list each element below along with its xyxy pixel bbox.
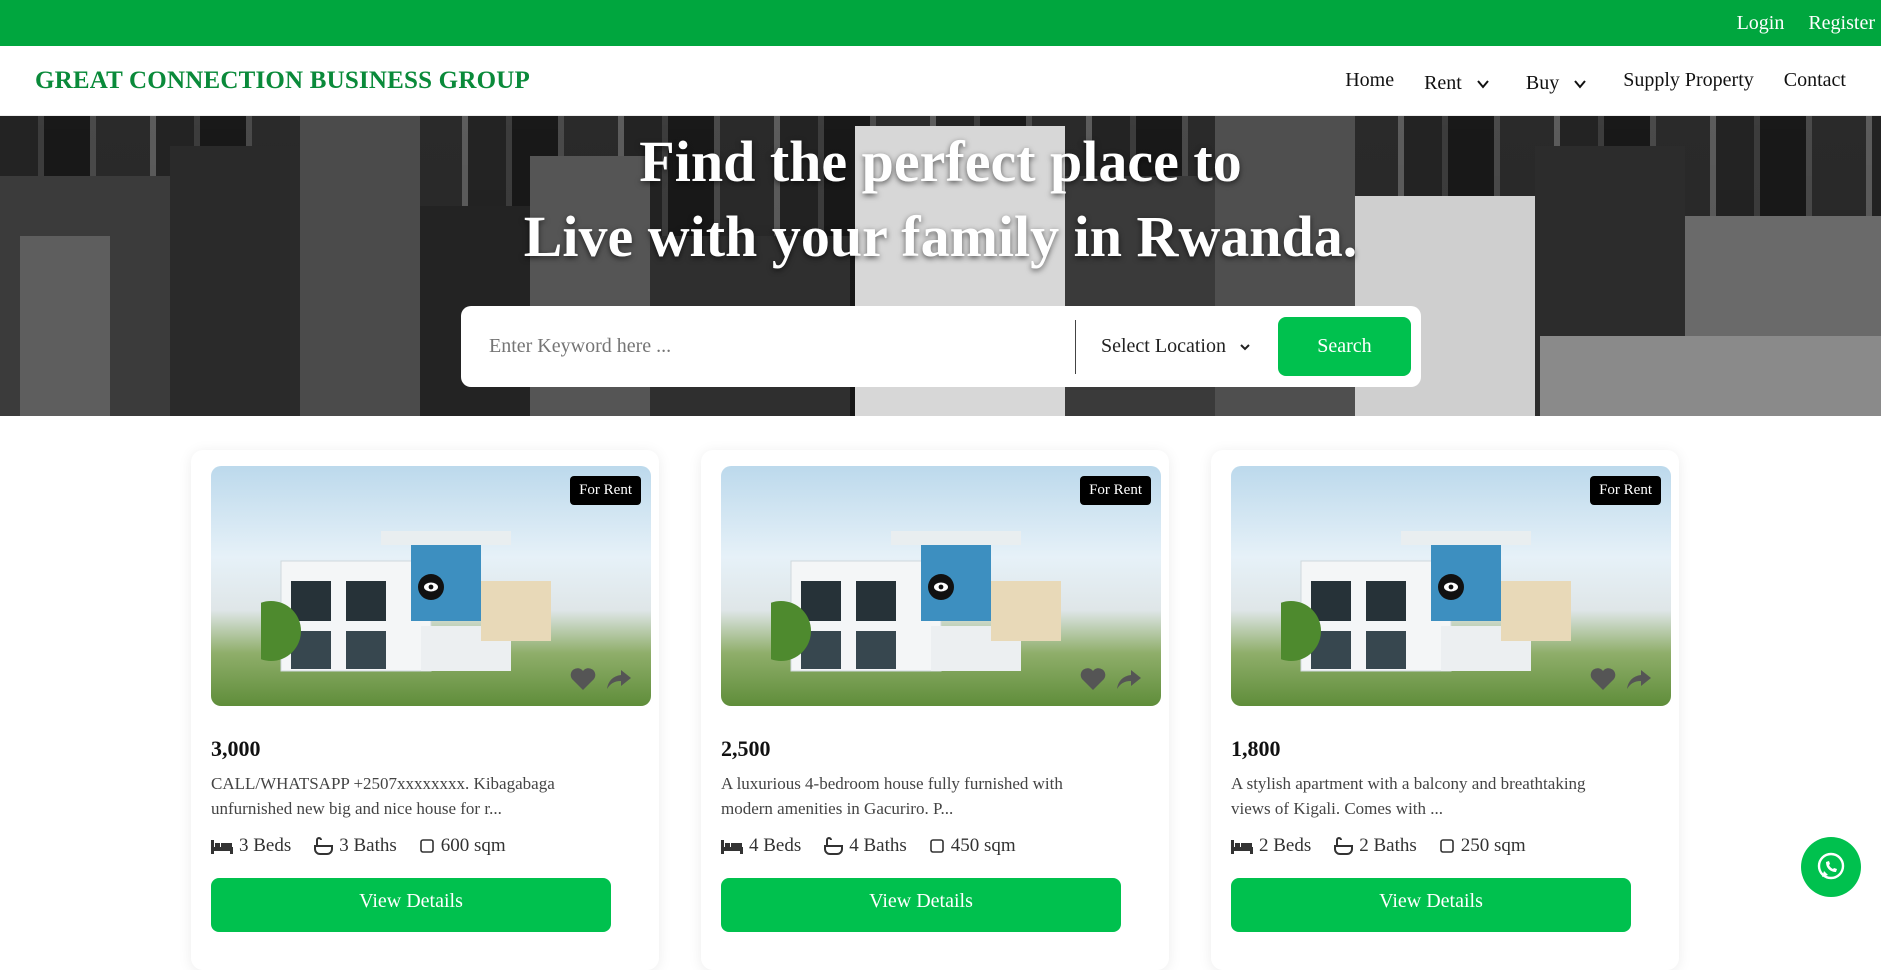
property-features: 2 Beds 2 Baths 250 sqm <box>1231 835 1659 857</box>
area-size: 450 sqm <box>950 835 1016 856</box>
description-line: A luxurious 4-bedroom house fully furnis… <box>721 774 1063 793</box>
top-bar: Login Register <box>0 0 1881 46</box>
share-icon[interactable] <box>605 666 633 692</box>
description-line: views of Kigali. Comes with ... <box>1231 799 1444 818</box>
bath-icon <box>824 837 844 855</box>
house-image <box>1281 531 1571 672</box>
login-link[interactable]: Login <box>1737 12 1785 35</box>
hero-title-line2: Live with your family in Rwanda. <box>523 204 1358 269</box>
property-photo[interactable]: For Rent <box>1231 466 1671 706</box>
nav-rent-dropdown[interactable]: Rent <box>1424 72 1496 95</box>
bath-icon <box>1334 837 1354 855</box>
baths-feature: 3 Baths <box>313 835 397 857</box>
view-details-button[interactable]: View Details <box>1231 878 1631 932</box>
property-photo[interactable]: For Rent <box>721 466 1161 706</box>
square-icon <box>1439 839 1454 853</box>
bed-icon <box>1231 840 1253 854</box>
share-icon[interactable] <box>1115 666 1143 692</box>
hero-title-line1: Find the perfect place to <box>639 129 1242 194</box>
register-link[interactable]: Register <box>1808 12 1875 35</box>
baths-feature: 2 Baths <box>1333 835 1417 857</box>
heart-icon[interactable] <box>569 666 597 692</box>
main-navbar: GREAT CONNECTION BUSINESS GROUP Home Ren… <box>0 46 1881 116</box>
nav-home[interactable]: Home <box>1345 69 1394 92</box>
nav-rent-label: Rent <box>1424 72 1462 94</box>
description-line: A stylish apartment with a balcony and b… <box>1231 774 1586 793</box>
description-line: unfurnished new big and nice house for r… <box>211 799 502 818</box>
beds-count: 3 Beds <box>239 835 292 856</box>
search-bar: Select Location Search <box>461 306 1421 387</box>
baths-count: 2 Baths <box>1359 835 1417 856</box>
property-price: 2,500 <box>721 736 771 761</box>
heart-icon[interactable] <box>1079 666 1107 692</box>
area-feature: 250 sqm <box>1439 835 1526 857</box>
area-feature: 450 sqm <box>929 835 1016 857</box>
property-description: A stylish apartment with a balcony and b… <box>1231 771 1631 821</box>
house-image <box>261 531 551 672</box>
heart-icon[interactable] <box>1589 666 1617 692</box>
beds-count: 2 Beds <box>1259 835 1312 856</box>
property-price: 3,000 <box>211 736 261 761</box>
eye-icon[interactable] <box>1438 574 1464 600</box>
keyword-search-input[interactable] <box>489 335 1075 358</box>
nav-menu: Home Rent Buy Supply Property Contact <box>1315 66 1846 95</box>
nav-supply-property[interactable]: Supply Property <box>1623 69 1754 92</box>
chevron-down-icon <box>1477 79 1489 89</box>
description-line: modern amenities in Gacuriro. P... <box>721 799 954 818</box>
beds-feature: 3 Beds <box>211 835 291 857</box>
chevron-down-icon <box>1574 79 1586 89</box>
property-photo[interactable]: For Rent <box>211 466 651 706</box>
brand-logo-text[interactable]: GREAT CONNECTION BUSINESS GROUP <box>35 67 530 95</box>
location-select-label: Select Location <box>1101 335 1226 357</box>
beds-count: 4 Beds <box>749 835 802 856</box>
property-card: For Rent 2,500 A luxurious 4-bedroom hou… <box>701 450 1169 970</box>
hero-banner: Find the perfect place to Live with your… <box>0 116 1881 416</box>
area-feature: 600 sqm <box>419 835 506 857</box>
beds-feature: 4 Beds <box>721 835 801 857</box>
bath-icon <box>314 837 334 855</box>
property-features: 3 Beds 3 Baths 600 sqm <box>211 835 639 857</box>
eye-icon[interactable] <box>418 574 444 600</box>
nav-buy-dropdown[interactable]: Buy <box>1526 72 1593 95</box>
property-card-list: For Rent 3,000 CALL/WHATSAPP +2507xxxxxx… <box>191 450 1679 970</box>
bed-icon <box>211 840 233 854</box>
share-icon[interactable] <box>1625 666 1653 692</box>
baths-count: 3 Baths <box>339 835 397 856</box>
property-card: For Rent 3,000 CALL/WHATSAPP +2507xxxxxx… <box>191 450 659 970</box>
area-size: 600 sqm <box>440 835 506 856</box>
property-features: 4 Beds 4 Baths 450 sqm <box>721 835 1149 857</box>
view-details-button[interactable]: View Details <box>721 878 1121 932</box>
whatsapp-icon <box>1817 852 1845 880</box>
property-price: 1,800 <box>1231 736 1281 761</box>
nav-contact[interactable]: Contact <box>1784 69 1846 92</box>
baths-feature: 4 Baths <box>823 835 907 857</box>
view-details-button[interactable]: View Details <box>211 878 611 932</box>
chevron-down-icon <box>1240 343 1250 350</box>
area-size: 250 sqm <box>1460 835 1526 856</box>
whatsapp-chat-button[interactable] <box>1801 837 1861 897</box>
for-rent-badge: For Rent <box>1590 476 1661 505</box>
square-icon <box>929 839 944 853</box>
property-card: For Rent 1,800 A stylish apartment with … <box>1211 450 1679 970</box>
beds-feature: 2 Beds <box>1231 835 1311 857</box>
for-rent-badge: For Rent <box>1080 476 1151 505</box>
eye-icon[interactable] <box>928 574 954 600</box>
square-icon <box>419 839 434 853</box>
property-description: CALL/WHATSAPP +2507xxxxxxxx. Kibagabaga … <box>211 771 611 821</box>
search-divider <box>1075 319 1076 374</box>
property-description: A luxurious 4-bedroom house fully furnis… <box>721 771 1121 821</box>
for-rent-badge: For Rent <box>570 476 641 505</box>
house-image <box>771 531 1061 672</box>
search-button[interactable]: Search <box>1277 317 1411 376</box>
description-line: CALL/WHATSAPP +2507xxxxxxxx. Kibagabaga <box>211 774 555 793</box>
location-select[interactable]: Select Location <box>1101 335 1278 358</box>
baths-count: 4 Baths <box>849 835 907 856</box>
nav-buy-label: Buy <box>1525 72 1560 94</box>
bed-icon <box>721 840 743 854</box>
